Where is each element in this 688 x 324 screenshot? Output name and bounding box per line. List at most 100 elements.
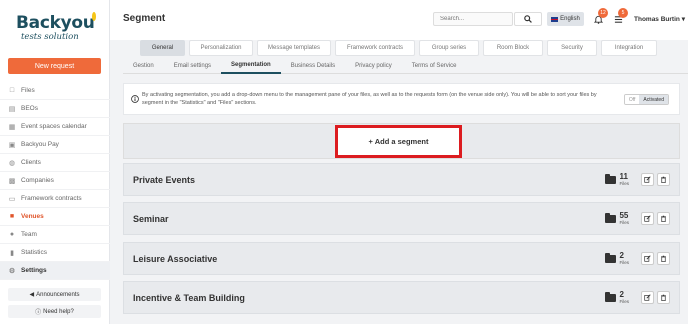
sidebar: Backyou tests solution New request □ File… — [0, 0, 110, 324]
sidebar-item-label: Event spaces calendar — [21, 123, 87, 130]
edit-button[interactable] — [641, 252, 654, 265]
subtab-email-settings[interactable]: Email settings — [164, 58, 221, 74]
delete-button[interactable] — [657, 212, 670, 225]
sidebar-item-label: Team — [21, 231, 37, 238]
tab-group-series[interactable]: Group series — [419, 40, 479, 56]
tab-message-templates[interactable]: Message templates — [257, 40, 331, 56]
sidebar-item-label: Venues — [21, 213, 44, 220]
language-selector[interactable]: English — [547, 12, 584, 26]
segment-files: 2 Files — [605, 251, 629, 266]
notifications-button[interactable]: 12 — [592, 8, 608, 26]
settings-tabs: General Personalization Message template… — [140, 40, 657, 58]
trash-icon — [661, 215, 666, 222]
sidebar-item-companies[interactable]: ▩ Companies — [0, 172, 110, 190]
calendar-icon: ▦ — [8, 123, 16, 131]
sidebar-item-label: Clients — [21, 159, 41, 166]
folder-icon — [605, 212, 617, 223]
delete-button[interactable] — [657, 291, 670, 304]
announcements-label: Announcements — [36, 291, 80, 298]
segment-files: 11 Files — [605, 171, 629, 187]
sidebar-item-venues[interactable]: ■ Venues — [0, 208, 110, 226]
building-icon: ▩ — [8, 177, 16, 185]
top-bar: Segment English 12 5 Thomas Burtin ▾ — [110, 0, 688, 40]
sidebar-item-label: Files — [21, 87, 35, 94]
edit-button[interactable] — [641, 291, 654, 304]
edit-button[interactable] — [641, 212, 654, 225]
delete-button[interactable] — [657, 173, 670, 186]
segment-row[interactable]: Leisure Associative 2 Files — [123, 242, 680, 275]
subtab-terms-of-service[interactable]: Terms of Service — [402, 58, 467, 74]
segment-row[interactable]: Incentive & Team Building 2 Files — [123, 281, 680, 314]
edit-icon — [644, 294, 651, 301]
uk-flag-icon — [551, 16, 559, 22]
folder-icon — [605, 252, 617, 263]
tab-security[interactable]: Security — [547, 40, 597, 56]
edit-button[interactable] — [641, 173, 654, 186]
file-icon: □ — [9, 87, 15, 94]
toggle-activated[interactable]: Activated — [639, 95, 668, 104]
subtab-privacy-policy[interactable]: Privacy policy — [345, 58, 402, 74]
new-request-button[interactable]: New request — [8, 58, 101, 74]
search-input[interactable] — [433, 12, 513, 26]
sidebar-item-beos[interactable]: ▤ BEOs — [0, 100, 110, 118]
logo-tagline: tests solution — [21, 32, 79, 42]
segmentation-info-box: By activating segmentation, you add a dr… — [123, 83, 680, 115]
sidebar-item-label: BEOs — [21, 105, 38, 112]
add-segment-button[interactable]: + Add a segment — [335, 125, 462, 158]
trash-icon — [661, 255, 666, 262]
announcements-button[interactable]: ◀ Announcements — [8, 288, 101, 301]
search-button[interactable] — [514, 12, 542, 26]
tab-framework-contracts[interactable]: Framework contracts — [335, 40, 415, 56]
sidebar-item-statistics[interactable]: ▮ Statistics — [0, 244, 110, 262]
tab-personalization[interactable]: Personalization — [189, 40, 253, 56]
megaphone-icon: ◀ — [29, 292, 35, 298]
add-segment-panel: + Add a segment — [123, 123, 680, 159]
sidebar-item-clients[interactable]: ◍ Clients — [0, 154, 110, 172]
trash-icon — [661, 294, 666, 301]
info-text: By activating segmentation, you add a dr… — [142, 92, 597, 106]
caret-down-icon: ▾ — [681, 16, 685, 23]
files-label: Files — [619, 180, 629, 186]
tab-integration[interactable]: Integration — [601, 40, 657, 56]
subtab-gestion[interactable]: Gestion — [123, 58, 164, 74]
tasks-button[interactable]: 5 — [612, 8, 628, 26]
files-label: Files — [619, 259, 629, 265]
page-title: Segment — [123, 13, 166, 24]
card-icon: ▣ — [8, 141, 16, 149]
edit-icon — [644, 176, 651, 183]
tab-room-block[interactable]: Room Block — [483, 40, 543, 56]
tab-general[interactable]: General — [140, 40, 185, 56]
sidebar-item-label: Settings — [21, 267, 47, 274]
help-icon: ⓘ — [35, 310, 42, 316]
segment-row[interactable]: Private Events 11 Files — [123, 163, 680, 196]
toggle-off[interactable]: Off — [624, 95, 640, 104]
settings-subtabs: Gestion Email settings Segmentation Busi… — [123, 58, 688, 74]
handshake-icon: ◍ — [8, 159, 16, 167]
sidebar-nav: □ Files ▤ BEOs ▦ Event spaces calendar ▣ Bac… — [0, 82, 110, 280]
user-menu[interactable]: Thomas Burtin ▾ — [634, 15, 685, 23]
logo[interactable]: Backyou tests solution — [16, 12, 96, 48]
need-help-button[interactable]: ⓘ Need help? — [8, 305, 101, 318]
team-icon: ● — [9, 231, 15, 238]
segment-name: Incentive & Team Building — [133, 292, 245, 303]
subtab-segmentation[interactable]: Segmentation — [221, 58, 281, 74]
files-label: Files — [619, 298, 629, 304]
segment-row[interactable]: Seminar 55 Files — [123, 202, 680, 235]
gear-icon: ⚙ — [8, 267, 16, 275]
sidebar-item-backyou-pay[interactable]: ▣ Backyou Pay — [0, 136, 110, 154]
files-count: 11 — [619, 171, 628, 181]
sidebar-item-event-spaces-calendar[interactable]: ▦ Event spaces calendar — [0, 118, 110, 136]
sidebar-item-files[interactable]: □ Files — [0, 82, 110, 100]
chart-icon: ▮ — [10, 249, 14, 257]
segmentation-toggle[interactable]: Off Activated — [623, 94, 669, 105]
sidebar-item-framework-contracts[interactable]: ▭ Framework contracts — [0, 190, 110, 208]
sidebar-item-team[interactable]: ● Team — [0, 226, 110, 244]
subtab-business-details[interactable]: Business Details — [281, 58, 345, 74]
sun-icon — [91, 12, 96, 21]
segment-files: 2 Files — [605, 290, 629, 305]
folder-icon — [605, 173, 617, 184]
sidebar-item-settings[interactable]: ⚙ Settings — [0, 262, 110, 280]
sidebar-item-label: Backyou Pay — [21, 141, 59, 148]
tasks-badge: 5 — [618, 8, 628, 18]
delete-button[interactable] — [657, 252, 670, 265]
